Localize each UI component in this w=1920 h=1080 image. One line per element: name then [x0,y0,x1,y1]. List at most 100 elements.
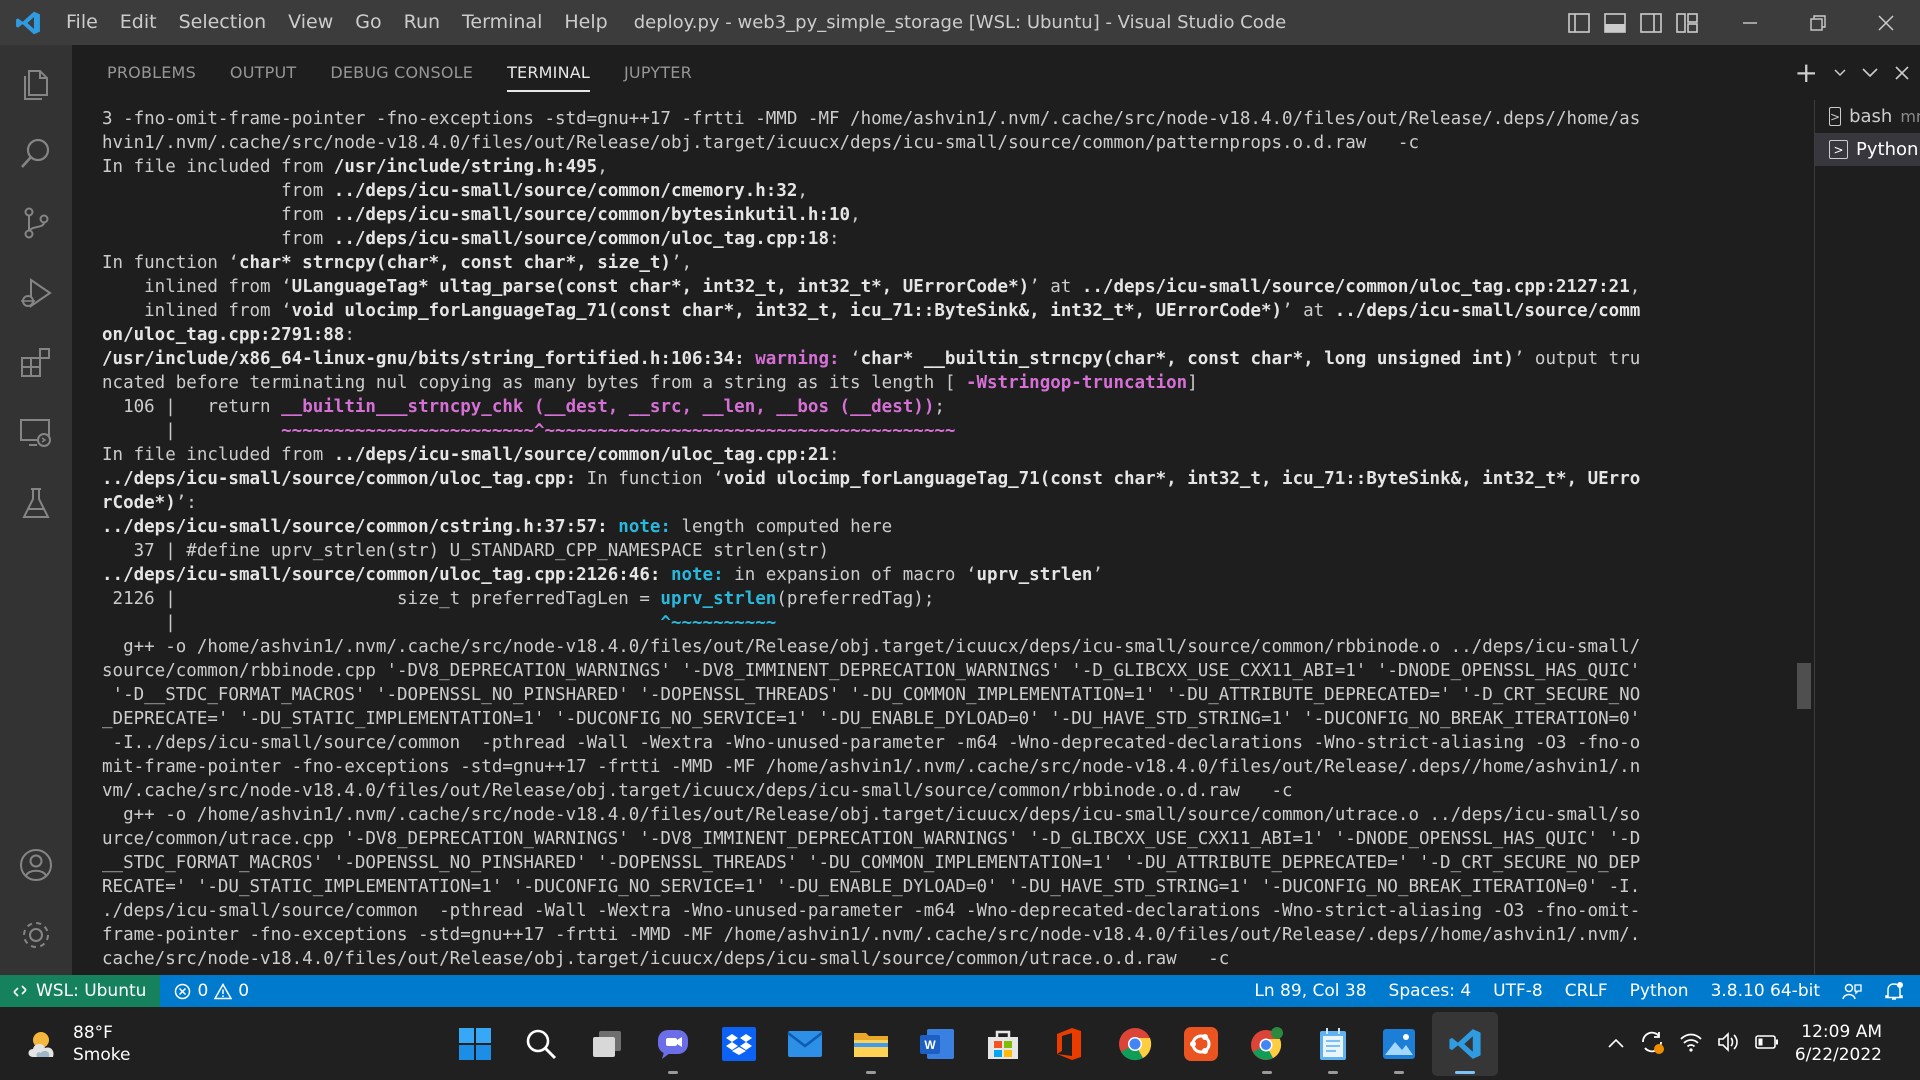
terminal-line: | ~~~~~~~~~~~~~~~~~~~~~~~~^~~~~~~~~~~~~~… [102,419,1787,443]
dropbox-icon[interactable] [706,1012,772,1076]
maximize-panel-button[interactable] [1862,60,1878,86]
terminal-text: : [828,445,840,465]
terminal-text: , [597,157,608,177]
terminal-output[interactable]: 3 -fno-omit-frame-pointer -fno-exception… [102,107,1787,975]
extensions-icon[interactable] [0,333,72,393]
vscode-logo-icon[interactable] [0,0,55,45]
terminal-text: ] [1187,373,1198,393]
sync-status-icon[interactable] [1639,1029,1665,1059]
terminal-line: mit-frame-pointer -fno-exceptions -std=g… [102,755,1787,779]
menu-terminal[interactable]: Terminal [451,0,553,45]
testing-icon[interactable] [0,473,72,533]
toggle-primary-sidebar-icon[interactable] [1566,10,1592,36]
terminal-text: ‘ [850,349,861,369]
close-panel-button[interactable] [1894,60,1910,86]
terminal-text: cache/src/node-v18.4.0/files/out/Release… [102,949,1230,969]
explorer-icon[interactable] [0,53,72,113]
show-hidden-icons-chevron-up-icon[interactable] [1607,1034,1625,1053]
python-interpreter[interactable]: 3.8.10 64-bit [1700,975,1831,1007]
terminal-line: ncated before terminating nul copying as… [102,371,1787,395]
minimize-icon[interactable] [1716,0,1784,45]
mail-icon[interactable] [772,1012,838,1076]
close-icon[interactable] [1852,0,1920,45]
terminal-line: __STDC_FORMAT_MACROS' '-DOPENSSL_NO_PINS… [102,851,1787,875]
chrome-profile-icon[interactable] [1234,1012,1300,1076]
problems-indicator[interactable]: 0 0 [160,981,249,1001]
terminal-text: char* strncpy(char*, const char*, size_t… [238,253,671,273]
notifications-bell-icon[interactable] [1873,975,1920,1007]
manage-gear-icon[interactable] [0,905,72,965]
terminal-text: 106 | return [102,397,282,417]
menu-help[interactable]: Help [553,0,618,45]
running-indicator [1328,1070,1338,1074]
menu-file[interactable]: File [55,0,109,45]
microsoft-store-icon[interactable] [970,1012,1036,1076]
system-tray [1607,1007,1779,1080]
terminal-text: __STDC_FORMAT_MACROS' '-DOPENSSL_NO_PINS… [102,853,1641,873]
end-of-line[interactable]: CRLF [1554,975,1619,1007]
toggle-secondary-sidebar-icon[interactable] [1638,10,1664,36]
new-terminal-button[interactable]: + [1794,55,1818,89]
tab-output[interactable]: OUTPUT [213,45,313,100]
terminal-text: inlined from ‘ [102,301,292,321]
terminal-text: 37 | #define uprv_strlen(str) U_STANDARD… [102,541,829,561]
photos-icon[interactable] [1366,1012,1432,1076]
teams-chat-icon[interactable] [640,1012,706,1076]
terminal-text: | [102,613,661,633]
feedback-icon[interactable] [1831,975,1873,1007]
plus-icon: + [1794,55,1818,89]
accounts-icon[interactable] [0,835,72,895]
tab-jupyter[interactable]: JUPYTER [607,45,709,100]
menu-view[interactable]: View [277,0,344,45]
remote-explorer-icon[interactable] [0,403,72,463]
remote-indicator[interactable]: WSL: Ubuntu [0,975,161,1007]
source-control-icon[interactable] [0,193,72,253]
customize-layout-icon[interactable] [1674,10,1700,36]
chrome-icon[interactable] [1102,1012,1168,1076]
terminal-scrollbar[interactable] [1797,663,1811,709]
tab-problems[interactable]: PROBLEMS [90,45,213,100]
office-icon[interactable] [1036,1012,1102,1076]
tab-debug-console[interactable]: DEBUG CONSOLE [313,45,490,100]
ubuntu-icon[interactable] [1168,1012,1234,1076]
language-mode[interactable]: Python [1619,975,1700,1007]
warning-icon [214,982,233,999]
remote-label: WSL: Ubuntu [36,981,147,1001]
terminal-profiles-dropdown[interactable] [1834,60,1846,86]
encoding[interactable]: UTF-8 [1482,975,1554,1007]
windows-start-icon[interactable] [442,1012,508,1076]
notepad-icon[interactable] [1300,1012,1366,1076]
task-view-icon[interactable] [574,1012,640,1076]
indentation[interactable]: Spaces: 4 [1378,975,1483,1007]
terminal-line: cache/src/node-v18.4.0/files/out/Release… [102,947,1787,971]
terminal-text: /usr/include/string.h:495 [333,157,598,177]
battery-icon[interactable] [1755,1034,1779,1054]
terminal-text: ../deps/icu-small/source/common/bytesink… [333,205,851,225]
terminal-text: 3 -fno-omit-frame-pointer -fno-exception… [102,109,1641,129]
volume-icon[interactable] [1717,1031,1741,1056]
wifi-icon[interactable] [1679,1032,1703,1056]
search-icon[interactable] [0,123,72,183]
terminal-tab-python[interactable]: > Python [1815,133,1920,166]
cursor-position[interactable]: Ln 89, Col 38 [1243,975,1377,1007]
menu-go[interactable]: Go [344,0,392,45]
tab-terminal[interactable]: TERMINAL [490,45,607,100]
word-icon[interactable]: W [904,1012,970,1076]
svg-text:W: W [924,1038,936,1052]
clock[interactable]: 12:09 AM 6/22/2022 [1795,1021,1882,1067]
file-explorer-icon[interactable] [838,1012,904,1076]
search-icon[interactable] [508,1012,574,1076]
menu-edit[interactable]: Edit [109,0,168,45]
restore-icon[interactable] [1784,0,1852,45]
weather-description: Smoke [73,1044,131,1065]
terminal-tab-bash[interactable]: > bash mnt [1815,100,1920,133]
run-and-debug-icon[interactable] [0,263,72,323]
weather-widget[interactable]: 88°F Smoke [25,1007,130,1080]
menu-run[interactable]: Run [393,0,451,45]
terminal-line: inlined from ‘ULanguageTag* ultag_parse(… [102,275,1787,299]
toggle-panel-icon[interactable] [1602,10,1628,36]
terminal-line: vm/.cache/src/node-v18.4.0/files/out/Rel… [102,779,1787,803]
vscode-icon[interactable] [1432,1011,1498,1076]
menu-selection[interactable]: Selection [168,0,278,45]
